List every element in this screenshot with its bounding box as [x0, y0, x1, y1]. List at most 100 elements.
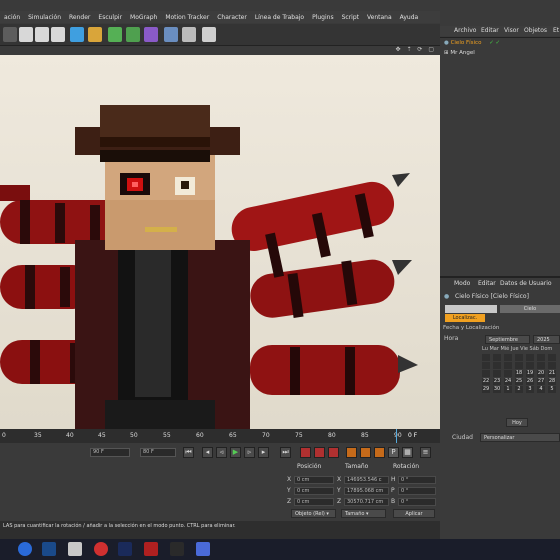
calendar-day[interactable]: 26	[526, 378, 534, 385]
today-button[interactable]: Hoy	[506, 418, 528, 427]
calendar-day[interactable]: 27	[537, 378, 545, 385]
next-key-button[interactable]: ▸	[258, 447, 269, 458]
viewport-nav-icons[interactable]: ✥ ⇡ ⟳ ▢	[396, 46, 436, 53]
calendar-day[interactable]	[548, 354, 556, 361]
calendar-day[interactable]	[482, 354, 490, 361]
calendar-day[interactable]: 4	[537, 386, 545, 393]
calendar-day[interactable]: 3	[526, 386, 534, 393]
go-to-end-button[interactable]: ⏭	[280, 447, 291, 458]
render-view-icon[interactable]	[19, 27, 33, 42]
prev-key-button[interactable]: ◂	[202, 447, 213, 458]
calendar-day[interactable]: 21	[548, 370, 556, 377]
am-menu-datos-usuario[interactable]: Datos de Usuario	[500, 280, 552, 287]
am-menu-modo[interactable]: Modo	[454, 280, 470, 287]
next-frame-button[interactable]: ▹	[244, 447, 255, 458]
menu-linea-de-trabajo[interactable]: Línea de Trabajo	[255, 14, 304, 21]
menu-motion-tracker[interactable]: Motion Tracker	[165, 14, 209, 21]
calendar-day[interactable]: 30	[493, 386, 501, 393]
app-icon[interactable]	[68, 542, 82, 556]
app-icon[interactable]	[196, 542, 210, 556]
play-button[interactable]: ▶	[230, 447, 241, 458]
rotate-key-button[interactable]	[374, 447, 385, 458]
month-dropdown[interactable]: Septiembre	[485, 335, 530, 344]
menu-render[interactable]: Render	[69, 14, 90, 21]
calendar-day[interactable]	[537, 354, 545, 361]
rot-h-field[interactable]: 0 °	[398, 476, 436, 484]
calendar-day[interactable]: 25	[515, 378, 523, 385]
subdivision-icon[interactable]	[108, 27, 122, 42]
cube-icon[interactable]	[70, 27, 84, 42]
menu-mograph[interactable]: MoGraph	[130, 14, 157, 21]
pos-x-field[interactable]: 0 cm	[294, 476, 334, 484]
pla-key-button[interactable]: ▦	[402, 447, 413, 458]
year-field[interactable]: 2025	[533, 335, 560, 344]
menu-animacion[interactable]: ación	[4, 14, 20, 21]
pen-spline-icon[interactable]	[88, 27, 102, 42]
calendar-day[interactable]	[493, 362, 501, 369]
vegas-icon[interactable]	[42, 542, 56, 556]
object-list[interactable]: ● Cielo Físico ✓ ✓ ⊞ Mr Angel	[440, 37, 560, 278]
record-button[interactable]	[300, 447, 311, 458]
am-tab-cielo[interactable]: Cielo	[500, 305, 560, 313]
coordinate-mode-dropdown[interactable]: Objeto (Rel) ▾	[291, 509, 336, 518]
floor-icon[interactable]	[164, 27, 178, 42]
menu-plugins[interactable]: Plugins	[312, 14, 334, 21]
deformer-icon[interactable]	[144, 27, 158, 42]
calendar-day[interactable]: 5	[548, 386, 556, 393]
move-key-button[interactable]	[346, 447, 357, 458]
playhead[interactable]	[396, 429, 397, 443]
calendar-day[interactable]: 29	[482, 386, 490, 393]
light-icon[interactable]	[202, 27, 216, 42]
calendar-day[interactable]	[482, 370, 490, 377]
cinema4d-icon[interactable]	[170, 542, 184, 556]
calendar-day[interactable]	[482, 362, 490, 369]
menu-character[interactable]: Character	[217, 14, 247, 21]
ciudad-dropdown[interactable]: Personalizar	[480, 433, 560, 442]
frame-field[interactable]: 90 F	[90, 448, 130, 457]
timeline-ruler[interactable]: 0 35 40 45 50 55 60 65 70 75 80 85 90 0 …	[0, 429, 440, 443]
calendar-day[interactable]: 23	[493, 378, 501, 385]
prev-frame-button[interactable]: ◃	[216, 447, 227, 458]
calendar-day[interactable]: 24	[504, 378, 512, 385]
viewport[interactable]: ✥ ⇡ ⟳ ▢	[0, 46, 440, 429]
start-icon[interactable]	[18, 542, 32, 556]
calendar-day[interactable]	[504, 362, 512, 369]
calendar-day[interactable]	[504, 354, 512, 361]
param-key-button[interactable]: P	[388, 447, 399, 458]
calendar-day[interactable]	[537, 362, 545, 369]
calendar-day[interactable]	[504, 370, 512, 377]
calendar-day[interactable]	[526, 354, 534, 361]
camera-icon[interactable]	[182, 27, 196, 42]
object-item-cielo-fisico[interactable]: ● Cielo Físico ✓ ✓	[444, 40, 500, 46]
array-icon[interactable]	[126, 27, 140, 42]
om-menu-etiquetas[interactable]: Et	[553, 27, 559, 34]
menu-ayuda[interactable]: Ayuda	[400, 14, 419, 21]
calendar-day[interactable]: 19	[526, 370, 534, 377]
go-to-start-button[interactable]: ⏮	[183, 447, 194, 458]
om-menu-editar[interactable]: Editar	[481, 27, 499, 34]
app-icon[interactable]	[144, 542, 158, 556]
size-y-field[interactable]: 17895.068 cm	[344, 487, 389, 495]
render-region-icon[interactable]	[3, 27, 17, 42]
am-tab-basic[interactable]	[445, 305, 497, 313]
rot-b-field[interactable]: 0 °	[398, 498, 436, 506]
pos-y-field[interactable]: 0 cm	[294, 487, 334, 495]
keyframe-selection-button[interactable]	[328, 447, 339, 458]
size-mode-dropdown[interactable]: Tamaño ▾	[341, 509, 386, 518]
calendar-day[interactable]	[515, 354, 523, 361]
object-item-mr-angel[interactable]: ⊞ Mr Angel	[444, 50, 475, 56]
record-app-icon[interactable]	[94, 542, 108, 556]
size-z-field[interactable]: 30570.717 cm	[344, 498, 389, 506]
menu-esculpir[interactable]: Esculpir	[98, 14, 122, 21]
calendar-day[interactable]: 2	[515, 386, 523, 393]
apply-button[interactable]: Aplicar	[393, 509, 435, 518]
render-settings-icon[interactable]	[51, 27, 65, 42]
calendar-grid[interactable]: 18 19 20 21 22 23 24 25 26 27 28 29 30 1 2 3 4 5	[482, 354, 560, 410]
om-menu-objetos[interactable]: Objetos	[524, 27, 547, 34]
size-x-field[interactable]: 146953.546 c	[344, 476, 389, 484]
calendar-day[interactable]	[526, 362, 534, 369]
calendar-day[interactable]: 20	[537, 370, 545, 377]
photoshop-icon[interactable]	[118, 542, 132, 556]
autokey-button[interactable]	[314, 447, 325, 458]
calendar-day[interactable]	[493, 370, 501, 377]
